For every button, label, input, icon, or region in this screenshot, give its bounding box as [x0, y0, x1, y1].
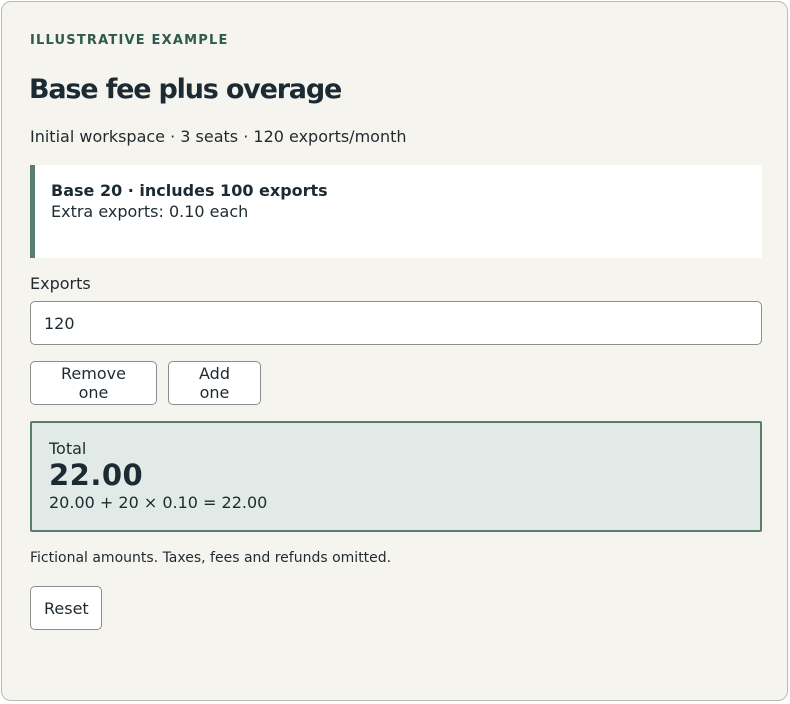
eyebrow-label: ILLUSTRATIVE EXAMPLE	[30, 33, 229, 48]
reset-button[interactable]: Reset	[30, 586, 102, 630]
total-panel: Total 22.00 20.00 + 20 × 0.10 = 22.00	[30, 421, 762, 532]
plan-extra-rate: Extra exports: 0.10 each	[51, 202, 249, 221]
plan-headline: Base 20 · includes 100 exports	[51, 181, 328, 200]
page-title: Base fee plus overage	[29, 74, 342, 105]
disclaimer-note: Fictional amounts. Taxes, fees and refun…	[30, 550, 392, 566]
total-formula: 20.00 + 20 × 0.10 = 22.00	[49, 493, 268, 512]
exports-input[interactable]	[30, 301, 762, 345]
plan-details: Base 20 · includes 100 exports Extra exp…	[30, 165, 762, 258]
remove-one-button[interactable]: Remove one	[30, 361, 157, 405]
total-value: 22.00	[49, 458, 144, 492]
total-label: Total	[49, 439, 87, 458]
add-one-button[interactable]: Add one	[168, 361, 261, 405]
exports-label: Exports	[30, 274, 91, 293]
workspace-summary: Initial workspace · 3 seats · 120 export…	[30, 127, 407, 146]
pricing-card: ILLUSTRATIVE EXAMPLE Base fee plus overa…	[1, 1, 788, 701]
